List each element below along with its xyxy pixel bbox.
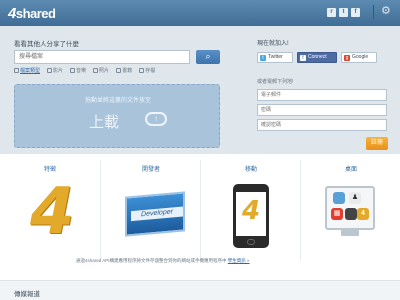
password-field[interactable] bbox=[257, 104, 387, 116]
twitter-icon: t bbox=[260, 54, 266, 61]
confirm-password-field[interactable] bbox=[257, 119, 387, 131]
google-login-button[interactable]: g Google bbox=[341, 52, 377, 63]
phone-logo: 4 bbox=[242, 196, 261, 226]
photo-icon bbox=[93, 68, 99, 73]
upload-section: 看看其他人分享了什麼 ⌕ 檔案類型 影片 音樂 照片 書籍 存檔 拖動並將這裏的… bbox=[0, 26, 400, 154]
filter-file-type[interactable]: 檔案類型 bbox=[14, 67, 40, 74]
search-filters: 檔案類型 影片 音樂 照片 書籍 存檔 bbox=[14, 67, 155, 74]
filter-book[interactable]: 書籍 bbox=[116, 67, 132, 74]
upload-dropzone[interactable]: 拖動並將這裏的文件放至 上載 ↑ bbox=[14, 84, 220, 148]
platform-mobile[interactable]: 移動 4 bbox=[200, 160, 300, 260]
gear-icon[interactable]: ⚙ bbox=[381, 6, 392, 17]
platform-features[interactable]: 特徵 4 bbox=[0, 160, 100, 260]
desktop-monitor-image: ♟ ▦ 4 bbox=[325, 186, 375, 230]
facebook-icon: f bbox=[300, 54, 306, 61]
file-type-icon bbox=[14, 68, 19, 73]
rss-icon[interactable]: r bbox=[327, 8, 336, 17]
twitter-icon[interactable]: t bbox=[339, 8, 348, 17]
header-social-icons: r t f bbox=[327, 8, 360, 17]
filter-music[interactable]: 音樂 bbox=[70, 67, 86, 74]
logo-number: 4 bbox=[8, 5, 16, 22]
linux-icon: ♟ bbox=[349, 192, 361, 204]
platform-developer[interactable]: 開發者 Developer bbox=[100, 160, 200, 260]
platform-label[interactable]: 開發者 bbox=[101, 164, 201, 173]
facebook-icon[interactable]: f bbox=[351, 8, 360, 17]
search-button[interactable]: ⌕ bbox=[196, 50, 220, 64]
monitor-stand bbox=[341, 230, 359, 236]
phone-screen: 4 bbox=[236, 192, 266, 236]
4shared-app-icon: 4 bbox=[357, 208, 369, 220]
media-section: 傳媒報道 bbox=[0, 280, 400, 300]
mac-icon bbox=[333, 192, 345, 204]
google-icon: g bbox=[344, 54, 350, 61]
windows-icon: ▦ bbox=[331, 208, 343, 220]
join-panel: 現在就加入! t Twitter f Connect g Google 或者電郵下列地… bbox=[257, 26, 397, 154]
facebook-connect-button[interactable]: f Connect bbox=[297, 52, 337, 63]
book-icon bbox=[116, 68, 122, 73]
archive-icon bbox=[139, 68, 145, 73]
media-title: 傳媒報道 bbox=[14, 291, 40, 298]
search-title: 看看其他人分享了什麼 bbox=[14, 41, 79, 48]
search-input[interactable] bbox=[14, 50, 190, 64]
platform-label[interactable]: 移動 bbox=[201, 164, 301, 173]
platform-desktop[interactable]: 桌面 ♟ ▦ 4 bbox=[300, 160, 400, 260]
platform-label[interactable]: 桌面 bbox=[301, 164, 400, 173]
header-divider bbox=[373, 5, 374, 19]
upload-hint: 拖動並將這裏的文件放至 bbox=[84, 98, 151, 104]
4shared-logo-image: 4 bbox=[30, 175, 75, 249]
top-header: 4shared r t f ⚙ bbox=[0, 0, 400, 26]
upload-button[interactable]: 上載 bbox=[89, 111, 119, 132]
upload-cloud-icon[interactable]: ↑ bbox=[145, 112, 167, 126]
join-title: 現在就加入! bbox=[257, 41, 289, 47]
apple-icon bbox=[345, 208, 357, 220]
mobile-phone-image: 4 bbox=[233, 184, 269, 248]
logo[interactable]: 4shared bbox=[8, 5, 56, 22]
logo-text: shared bbox=[15, 6, 56, 21]
platform-label[interactable]: 特徵 bbox=[0, 164, 100, 173]
filter-archive[interactable]: 存檔 bbox=[139, 67, 155, 74]
developer-box-text: Developer bbox=[131, 206, 183, 222]
search-icon: ⌕ bbox=[205, 51, 211, 61]
video-icon bbox=[47, 68, 53, 73]
developer-box-image: Developer bbox=[125, 191, 185, 237]
register-button[interactable]: 註冊 bbox=[366, 137, 388, 150]
or-email-label: 或者電郵下列地! bbox=[257, 79, 294, 85]
api-description: 通過4shared API構建應用程序將文件存儲整合到你的網站或手機應用程序中 … bbox=[76, 258, 250, 263]
email-field[interactable] bbox=[257, 89, 387, 101]
twitter-login-button[interactable]: t Twitter bbox=[257, 52, 293, 63]
filter-video[interactable]: 影片 bbox=[47, 67, 63, 74]
music-icon bbox=[70, 68, 76, 73]
filter-photo[interactable]: 照片 bbox=[93, 67, 109, 74]
phone-home-button bbox=[247, 239, 255, 245]
learn-more-link[interactable]: 學生資訊 » bbox=[228, 258, 250, 263]
platforms-section: 特徵 4 開發者 Developer 移動 4 桌面 ♟ ▦ 4 通過4shar… bbox=[0, 154, 400, 280]
